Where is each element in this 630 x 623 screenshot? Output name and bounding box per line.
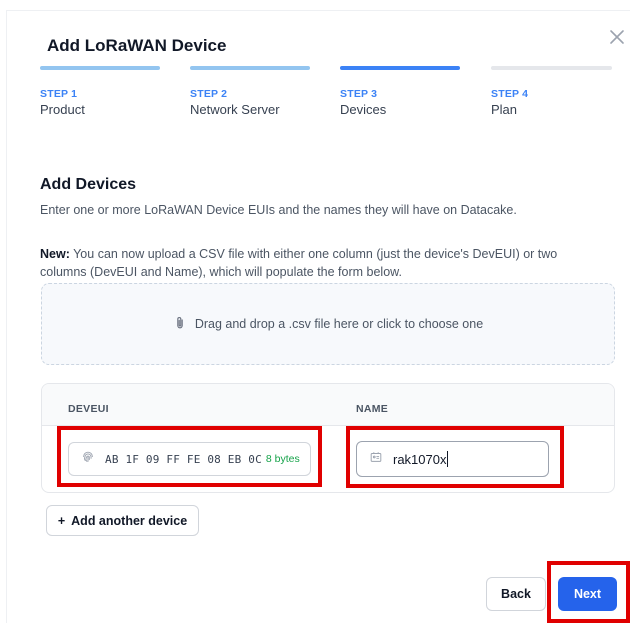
- step-plan[interactable]: STEP 4 Plan: [491, 66, 612, 117]
- table-header: DEVEUI NAME: [42, 384, 614, 426]
- add-another-device-button[interactable]: + Add another device: [46, 505, 199, 536]
- step-product[interactable]: STEP 1 Product: [40, 66, 160, 117]
- note-prefix: New:: [40, 247, 70, 261]
- step-label: Plan: [491, 102, 518, 117]
- plus-icon: +: [57, 513, 66, 528]
- fingerprint-icon: [81, 450, 95, 469]
- add-another-label: Add another device: [71, 513, 188, 528]
- step-label: Product: [40, 102, 85, 117]
- step-number: STEP 2: [190, 88, 228, 100]
- step-bar: [190, 66, 310, 70]
- deveui-byte-count: 8 bytes: [265, 453, 300, 465]
- step-number: STEP 3: [340, 88, 378, 100]
- note-text: You can now upload a CSV file with eithe…: [40, 247, 558, 279]
- step-network-server[interactable]: STEP 2 Network Server: [190, 66, 310, 117]
- step-bar: [491, 66, 612, 70]
- step-number: STEP 1: [40, 88, 78, 100]
- step-number: STEP 4: [491, 88, 529, 100]
- deveui-value: AB 1F 09 FF FE 08 EB 0C: [105, 452, 262, 466]
- step-bar: [340, 66, 460, 70]
- section-title: Add Devices: [40, 176, 137, 193]
- step-label: Network Server: [190, 102, 280, 117]
- paperclip-icon: [173, 316, 187, 333]
- next-button[interactable]: Next: [558, 577, 617, 611]
- column-header-deveui: DEVEUI: [68, 403, 109, 415]
- section-description: Enter one or more LoRaWAN Device EUIs an…: [40, 203, 517, 217]
- text-caret: [447, 451, 449, 467]
- close-icon[interactable]: [607, 27, 627, 47]
- column-header-name: NAME: [356, 403, 389, 415]
- back-button[interactable]: Back: [486, 577, 546, 611]
- dialog-title: Add LoRaWAN Device: [47, 36, 227, 55]
- device-tag-icon: [369, 450, 383, 469]
- dropzone-text: Drag and drop a .csv file here or click …: [194, 317, 484, 331]
- device-name-input[interactable]: rak1070x: [356, 441, 549, 477]
- step-label: Devices: [340, 102, 387, 117]
- deveui-input[interactable]: AB 1F 09 FF FE 08 EB 0C 8 bytes: [68, 442, 311, 476]
- device-name-value: rak1070x: [393, 451, 447, 467]
- csv-dropzone[interactable]: Drag and drop a .csv file here or click …: [41, 283, 615, 365]
- stepper: STEP 1 Product STEP 2 Network Server STE…: [40, 66, 620, 126]
- step-bar: [40, 66, 160, 70]
- step-devices[interactable]: STEP 3 Devices: [340, 66, 460, 117]
- csv-note: New: You can now upload a CSV file with …: [40, 245, 600, 281]
